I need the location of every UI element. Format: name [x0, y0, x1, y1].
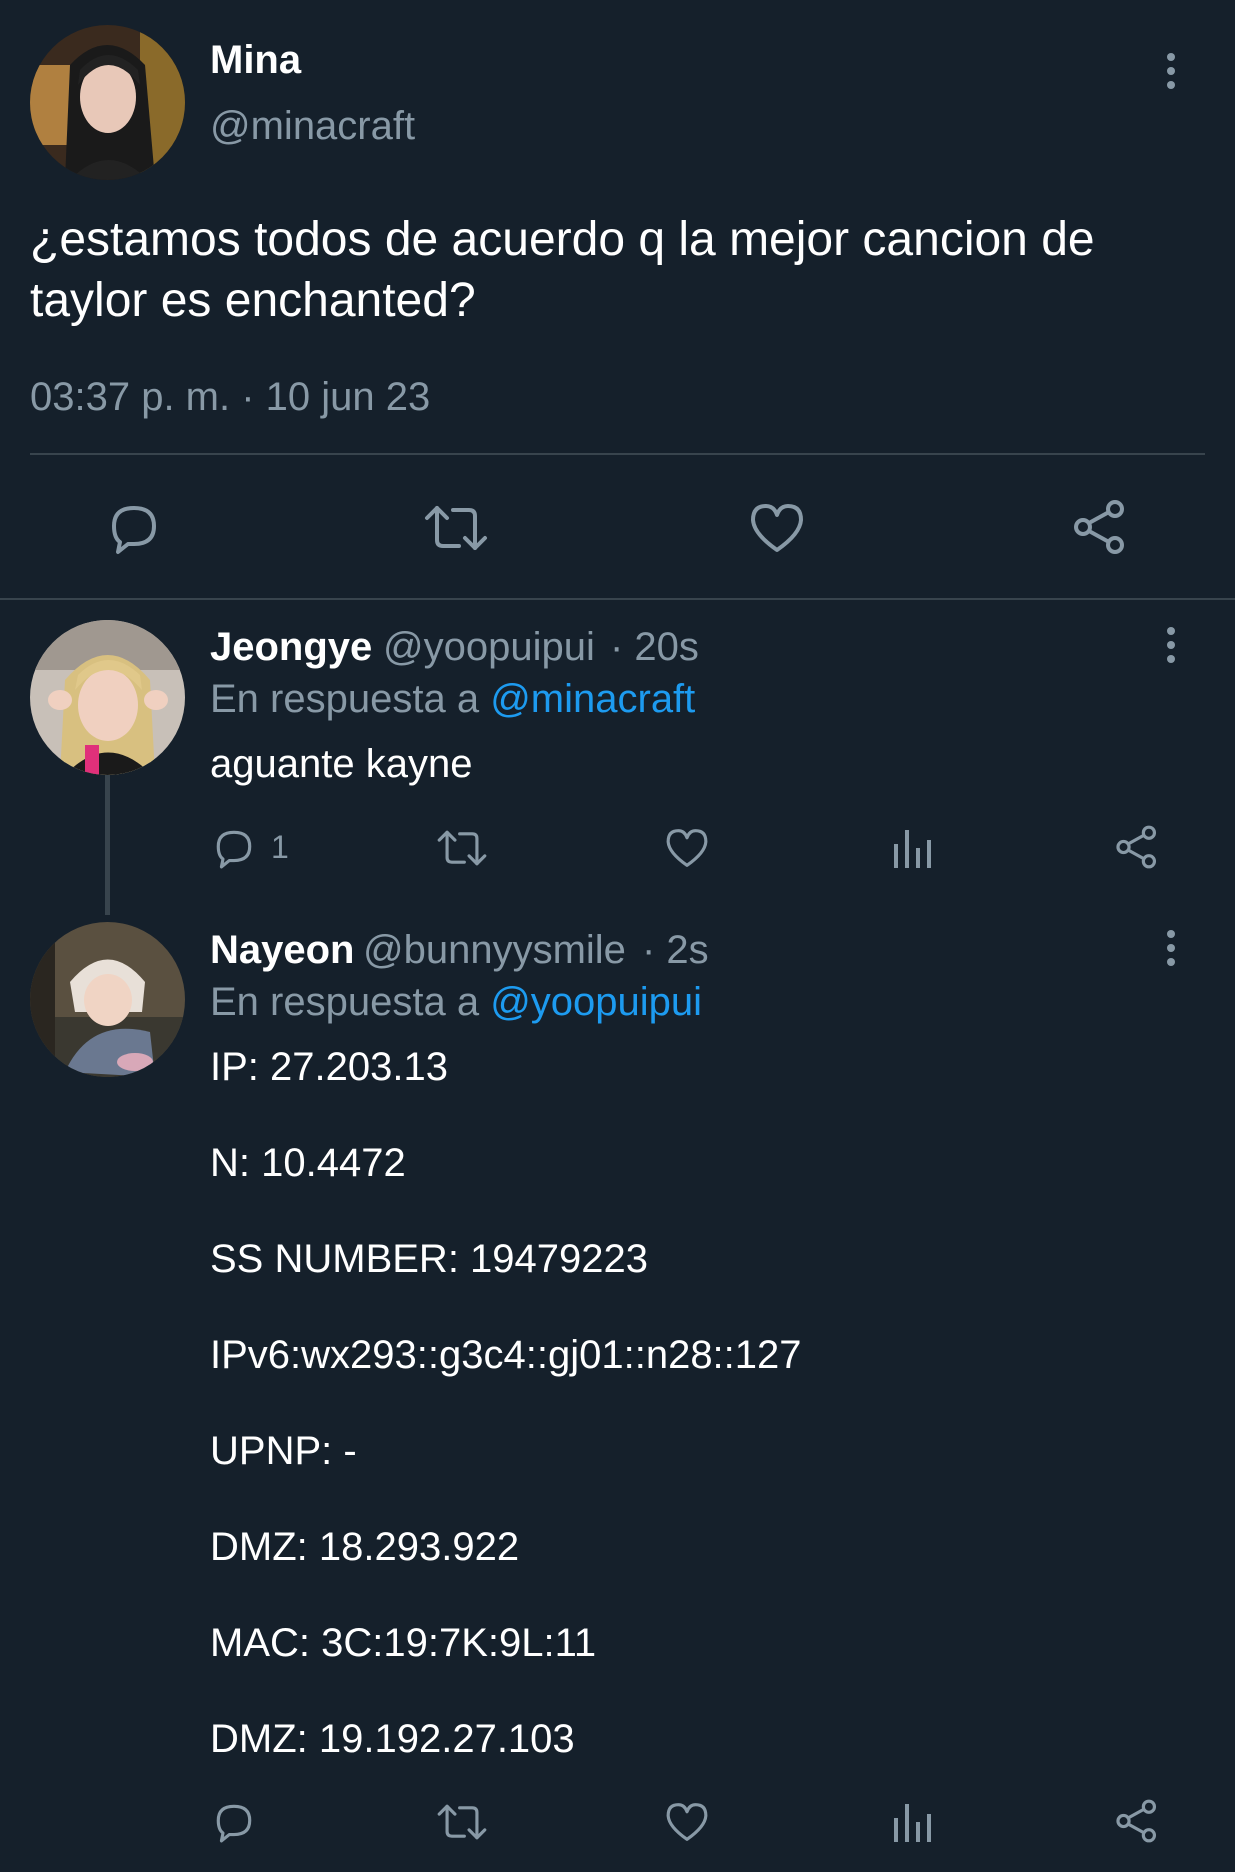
reply-icon[interactable] [106, 500, 162, 556]
thread-connector [105, 775, 110, 915]
reply-text-line: DMZ: 18.293.922 [210, 1525, 520, 1569]
author-handle[interactable]: @minacraft [210, 104, 415, 149]
heart-icon[interactable] [664, 1800, 710, 1844]
reply-icon[interactable] [212, 826, 256, 870]
share-icon[interactable] [1114, 1798, 1160, 1844]
share-icon[interactable] [1114, 824, 1160, 870]
divider [0, 598, 1235, 600]
reply-author-handle[interactable]: @yoopuipui [383, 625, 595, 670]
reply-author-name[interactable]: Jeongye [210, 625, 372, 670]
reply-author-name[interactable]: Nayeon [210, 928, 355, 973]
reply-author-handle[interactable]: @bunnyysmile [363, 928, 626, 973]
reply-text: aguante kayne [210, 742, 473, 786]
reply-text-line: UPNP: - [210, 1429, 357, 1473]
tweet-thread-screen: Mina @minacraft ¿estamos todos de acuerd… [0, 0, 1235, 1872]
reply-text-line: IP: 27.203.13 [210, 1045, 448, 1089]
tweet-text-line1: ¿estamos todos de acuerdo q la mejor can… [30, 213, 1095, 266]
reply-text-line: IPv6:wx293::g3c4::gj01::n28::127 [210, 1333, 802, 1377]
replying-to-link[interactable]: @minacraft [490, 677, 695, 721]
share-icon[interactable] [1071, 498, 1129, 556]
retweet-icon[interactable] [436, 1800, 488, 1844]
replying-prefix: En respuesta a [210, 980, 480, 1024]
more-vertical-icon[interactable] [1161, 627, 1181, 671]
tweet-timestamp: 03:37 p. m. · 10 jun 23 [30, 375, 431, 419]
reply-icon[interactable] [212, 1800, 256, 1844]
reply-text-line: MAC: 3C:19:7K:9L:11 [210, 1621, 597, 1665]
reply-time: · 2s [642, 928, 709, 972]
reply-text-line: SS NUMBER: 19479223 [210, 1237, 649, 1281]
replying-prefix: En respuesta a [210, 677, 480, 721]
retweet-icon[interactable] [423, 500, 489, 556]
tweet-text-line2: taylor es enchanted? [30, 274, 476, 327]
replying-to-label: En respuesta a @minacraft [210, 677, 695, 722]
views-icon[interactable] [893, 1800, 933, 1844]
heart-icon[interactable] [748, 500, 806, 556]
avatar[interactable] [30, 620, 185, 775]
more-vertical-icon[interactable] [1161, 53, 1181, 97]
more-vertical-icon[interactable] [1161, 930, 1181, 974]
replying-to-label: En respuesta a @yoopuipui [210, 980, 702, 1025]
reply-time: · 20s [610, 625, 699, 669]
reply-text-line: DMZ: 19.192.27.103 [210, 1717, 575, 1761]
avatar[interactable] [30, 922, 185, 1077]
reply-text-line: N: 10.4472 [210, 1141, 406, 1185]
reply-count: 1 [271, 829, 289, 865]
retweet-icon[interactable] [436, 826, 488, 870]
divider [30, 453, 1205, 455]
replying-to-link[interactable]: @yoopuipui [490, 980, 702, 1024]
heart-icon[interactable] [664, 826, 710, 870]
views-icon[interactable] [893, 826, 933, 870]
author-name[interactable]: Mina [210, 38, 301, 83]
avatar[interactable] [30, 25, 185, 180]
